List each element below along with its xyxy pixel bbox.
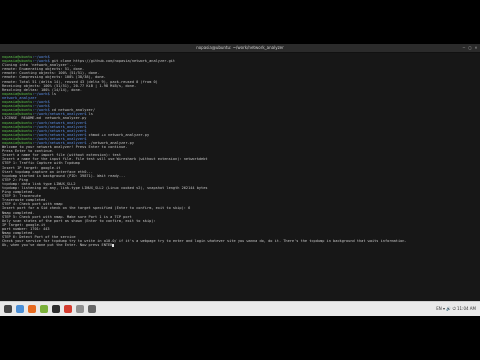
taskbar: EN ▾ 🔊 ⏻ 11:04 AM xyxy=(0,301,480,316)
software-icon[interactable] xyxy=(64,305,72,313)
firefox-icon[interactable] xyxy=(28,305,36,313)
terminal-line-text: Ok, when you've done put the Enter. Now … xyxy=(2,243,113,248)
terminal-icon[interactable] xyxy=(52,305,60,313)
text-editor-icon[interactable] xyxy=(40,305,48,313)
terminal-line-text: chmod +x network_analyzer.py xyxy=(86,132,150,137)
minimize-icon[interactable]: – xyxy=(462,46,466,50)
terminal-line-text: ls xyxy=(86,112,93,117)
launcher-icon[interactable] xyxy=(4,305,12,313)
video-frame: nopasia@ubuntu: ~/work/network_analyzer … xyxy=(0,0,480,360)
terminal-output[interactable]: nopasia@ubuntu:~/work$ nopasia@ubuntu:~/w… xyxy=(0,53,480,307)
close-icon[interactable]: × xyxy=(474,46,478,50)
system-tray[interactable]: EN ▾ 🔊 ⏻ 11:04 AM xyxy=(436,302,476,316)
maximize-icon[interactable]: □ xyxy=(468,46,472,50)
window-titlebar[interactable]: nopasia@ubuntu: ~/work/network_analyzer … xyxy=(0,44,480,53)
text-cursor xyxy=(112,243,115,248)
desktop: nopasia@ubuntu: ~/work/network_analyzer … xyxy=(0,44,480,316)
terminal-line-text: ls xyxy=(49,91,57,96)
settings-icon[interactable] xyxy=(76,305,84,313)
files-icon[interactable] xyxy=(16,305,24,313)
app-grid-icon[interactable] xyxy=(88,305,96,313)
terminal-line: Ok, when you've done put the Enter. Now … xyxy=(2,243,480,247)
window-title: nopasia@ubuntu: ~/work/network_analyzer xyxy=(196,45,284,50)
